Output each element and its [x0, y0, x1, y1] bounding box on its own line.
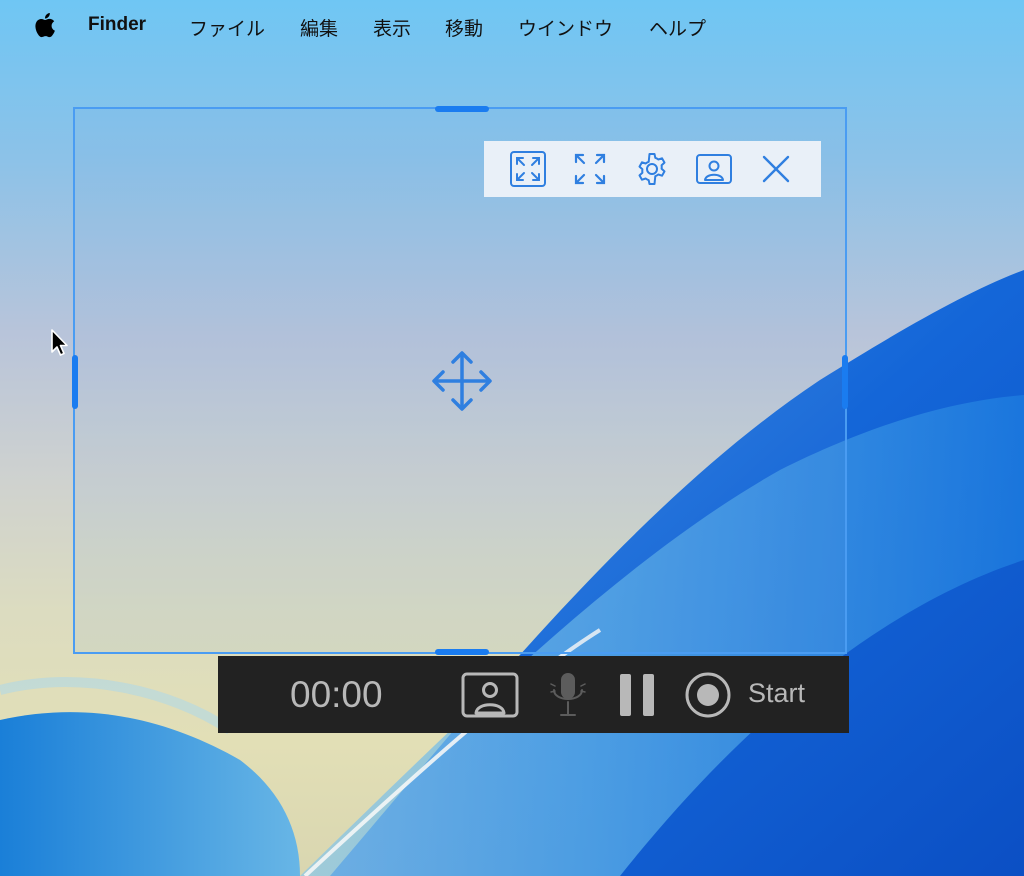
webcam-icon[interactable] — [461, 672, 519, 718]
menu-app-name[interactable]: Finder — [88, 14, 146, 36]
menu-bar: Finder ファイル 編集 表示 移動 ウインドウ ヘルプ — [0, 0, 1024, 52]
fullscreen-button[interactable] — [570, 149, 610, 189]
recording-control-bar: 00:00 Start — [218, 656, 849, 733]
resize-handle-bottom[interactable] — [435, 649, 489, 655]
menu-edit[interactable]: 編集 — [300, 14, 338, 41]
menu-file[interactable]: ファイル — [189, 14, 265, 41]
resize-handle-top[interactable] — [435, 106, 489, 112]
capture-selection-frame[interactable] — [72, 106, 848, 655]
selection-toolbar — [484, 141, 821, 197]
record-icon[interactable] — [684, 671, 732, 719]
gear-icon — [638, 153, 666, 185]
menu-help[interactable]: ヘルプ — [649, 14, 706, 41]
close-icon — [762, 155, 790, 183]
menu-go[interactable]: 移動 — [445, 14, 483, 41]
move-arrows-icon[interactable] — [431, 350, 493, 412]
desktop: Finder ファイル 編集 表示 移動 ウインドウ ヘルプ 00:00 Sta… — [0, 0, 1024, 876]
fit-screen-button[interactable] — [508, 149, 548, 189]
apple-logo-icon[interactable] — [32, 11, 56, 39]
microphone-icon[interactable] — [550, 670, 586, 720]
mouse-pointer-icon — [51, 329, 68, 356]
settings-button[interactable] — [632, 149, 672, 189]
close-button[interactable] — [756, 149, 796, 189]
webcam-icon — [696, 154, 732, 184]
menu-window[interactable]: ウインドウ — [518, 14, 613, 41]
pause-icon[interactable] — [618, 672, 658, 718]
menu-view[interactable]: 表示 — [373, 14, 411, 41]
start-button-label[interactable]: Start — [748, 678, 805, 709]
fit-screen-icon — [510, 151, 546, 187]
fullscreen-icon — [574, 153, 606, 185]
resize-handle-right[interactable] — [842, 355, 848, 409]
resize-handle-left[interactable] — [72, 355, 78, 409]
recording-timer: 00:00 — [290, 674, 383, 715]
webcam-button[interactable] — [694, 149, 734, 189]
